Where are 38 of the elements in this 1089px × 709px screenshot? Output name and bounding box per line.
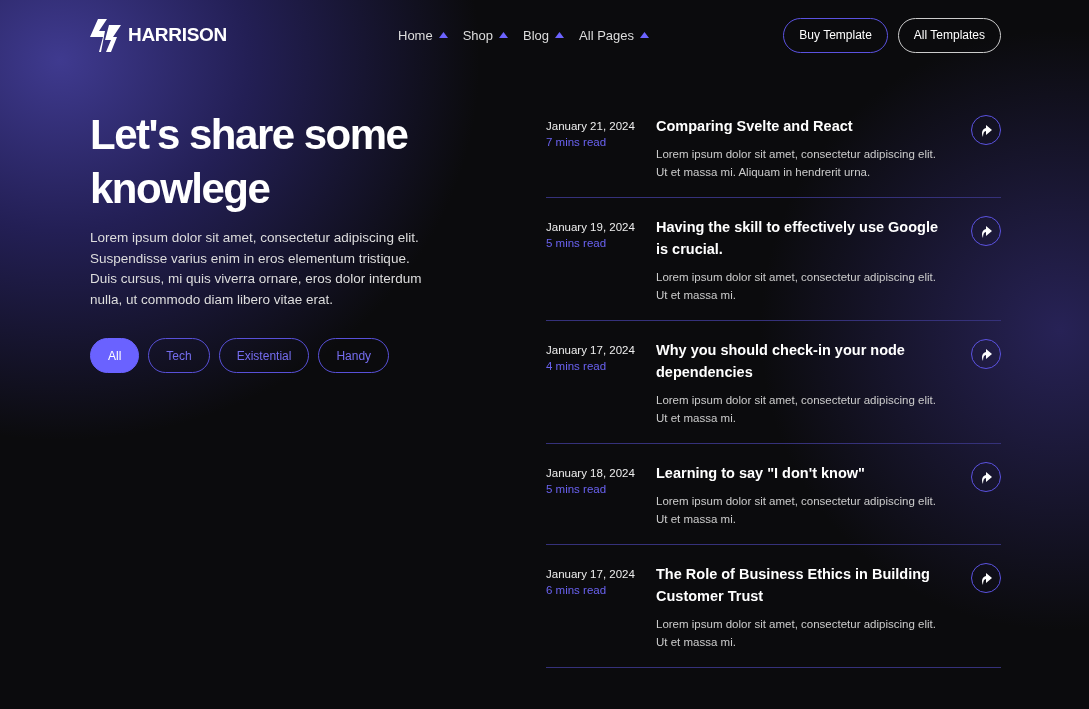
caret-icon: [438, 32, 448, 38]
filter-chip[interactable]: All: [90, 338, 140, 373]
nav-link[interactable]: Home: [398, 27, 448, 43]
nav-link[interactable]: Shop: [462, 27, 509, 43]
post-excerpt: Lorem ipsum dolor sit amet, consectetur adipiscing elit. Ut et massa mi.: [656, 270, 937, 303]
post-title[interactable]: Learning to say "I don't know": [656, 462, 946, 484]
post-date: January 17, 2024: [546, 344, 636, 356]
hero-title: Let's share some knowlege: [90, 110, 409, 214]
post-title[interactable]: Having the skill to effectively use Google is crucial.: [656, 216, 946, 260]
post-title[interactable]: The Role of Business Ethics in Building Customer Trust: [656, 563, 946, 607]
post-excerpt: Lorem ipsum dolor sit amet, consectetur adipiscing elit. Ut et massa mi.: [656, 617, 937, 650]
post-excerpt: Lorem ipsum dolor sit amet, consectetur adipiscing elit. Ut et massa mi. Aliquam in hendrerit urna.: [656, 147, 937, 180]
caret-icon: [555, 32, 565, 38]
brand-name: HARRISON: [128, 24, 227, 46]
caret-icon: [499, 32, 509, 38]
post-title[interactable]: Comparing Svelte and React: [656, 115, 946, 137]
read-time: 5 mins read: [546, 483, 608, 495]
arrow-icon: [980, 347, 992, 361]
post-date: January 19, 2024: [546, 221, 636, 233]
arrow-icon: [980, 470, 992, 484]
caret-icon: [640, 32, 649, 38]
post-excerpt: Lorem ipsum dolor sit amet, consectetur adipiscing elit. Ut et massa mi.: [656, 494, 937, 527]
read-time: 5 mins read: [546, 237, 608, 249]
post-date: January 17, 2024: [546, 568, 636, 580]
arrow-icon: [980, 224, 992, 238]
nav-link[interactable]: All Pages: [579, 27, 649, 43]
arrow-icon: [980, 571, 992, 585]
post-date: January 21, 2024: [546, 120, 636, 132]
nav-link[interactable]: Blog: [523, 27, 565, 43]
post-date: January 18, 2024: [546, 467, 636, 479]
logo-icon: [90, 18, 121, 52]
arrow-icon: [980, 123, 992, 137]
hero-text: Lorem ipsum dolor sit amet, consectetur adipiscing elit. Suspendisse varius enim in eros elementum tristique. Duis cursus, mi quis viverra ornare, eros dolor interdum nulla, ut commodo diam libero vitae erat.: [90, 229, 423, 309]
read-time: 6 mins read: [546, 584, 608, 596]
post-title[interactable]: Why you should check-in your node dependencies: [656, 339, 946, 383]
read-time: 7 mins read: [546, 136, 608, 148]
read-time: 4 mins read: [546, 360, 608, 372]
post-excerpt: Lorem ipsum dolor sit amet, consectetur adipiscing elit. Ut et massa mi.: [656, 393, 937, 426]
